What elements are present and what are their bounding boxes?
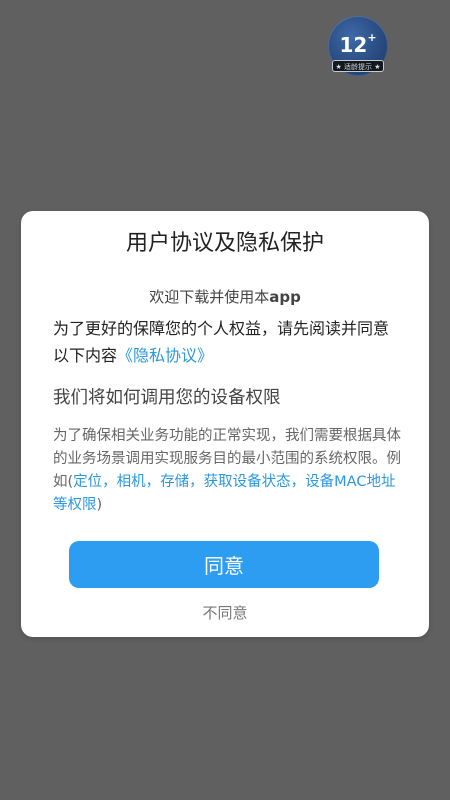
dimmed-backdrop: 12+ ★ 适龄提示 ★ 用户协议及隐私保护 欢迎下载并使用本app 为了更好的… — [0, 0, 450, 800]
welcome-text: 欢迎下载并使用本app — [149, 288, 301, 306]
intro-paragraph: 为了更好的保障您的个人权益，请先阅读并同意以下内容《隐私协议》 — [53, 319, 390, 365]
permissions-section-title: 我们将如何调用您的设备权限 — [53, 388, 281, 408]
permissions-paragraph: 为了确保相关业务功能的正常实现，我们需要根据具体的业务场景调用实现服务目的最小范… — [53, 428, 401, 513]
agree-button[interactable]: 同意 — [69, 541, 379, 588]
disagree-button[interactable]: 不同意 — [21, 602, 429, 623]
privacy-agreement-link[interactable]: 《隐私协议》 — [117, 346, 213, 365]
permissions-highlight: 定位，相机，存储，获取设备状态，设备MAC地址等权限 — [53, 474, 396, 513]
age-rating-caption: ★ 适龄提示 ★ — [332, 60, 384, 72]
dialog-title: 用户协议及隐私保护 — [125, 231, 324, 256]
privacy-dialog: 用户协议及隐私保护 欢迎下载并使用本app 为了更好的保障您的个人权益，请先阅读… — [21, 211, 429, 637]
age-rating-badge[interactable]: 12+ ★ 适龄提示 ★ — [326, 16, 390, 80]
age-rating-text: 12+ — [339, 31, 377, 57]
